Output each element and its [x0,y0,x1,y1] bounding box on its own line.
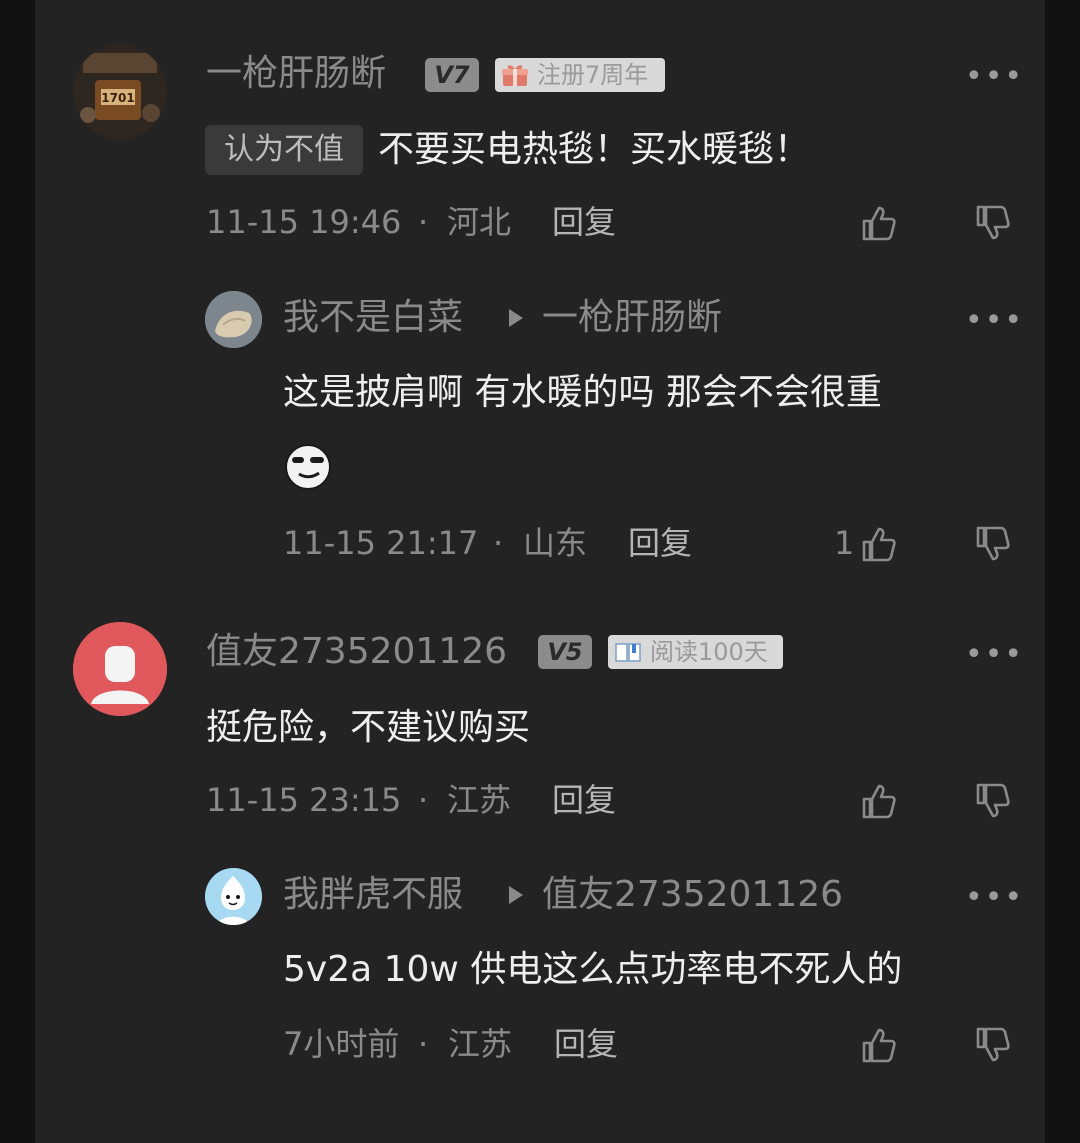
comment-text: 5v2a 10w 供电这么点功率电不死人的 [283,949,903,990]
reply-arrow-icon [509,309,523,327]
reply-to-username[interactable]: 一枪肝肠断 [542,300,722,336]
avatar-text: 1701 [101,91,134,105]
username[interactable]: 值友2735201126 [206,634,507,670]
emoji-icon [285,444,331,490]
reply-button[interactable]: 回复 [552,784,616,816]
more-icon[interactable]: ••• [965,883,1024,913]
timestamp: 7小时前 [283,1025,400,1063]
like-count: 1 [834,524,855,562]
thumbs-down-icon[interactable] [972,781,1012,821]
reply-button[interactable]: 回复 [554,1028,618,1060]
book-icon [615,643,641,662]
user-tag: 阅读100天 [608,635,783,669]
avatar-image [205,291,262,348]
reply-arrow-icon [509,886,523,904]
avatar[interactable]: 1701 [73,45,167,139]
thumbs-down-icon[interactable] [972,524,1012,564]
separator-dot: · [418,781,429,819]
thumbs-down-icon[interactable] [972,1025,1012,1065]
thumbs-up-icon[interactable] [858,1025,898,1065]
location: 江苏 [447,781,512,819]
avatar-image [205,868,262,925]
thumbs-up-icon[interactable] [858,524,898,564]
reply-to-username[interactable]: 值友2735201126 [542,877,843,913]
tag-label: 注册7周年 [537,61,649,89]
username[interactable]: 我胖虎不服 [283,877,463,913]
level-badge: V7 [425,58,479,92]
separator-dot: · [418,203,429,241]
avatar-image: 1701 [73,45,167,139]
thumbs-down-icon[interactable] [972,203,1012,243]
location: 河北 [447,203,512,241]
timestamp: 11-15 21:17 [283,524,479,562]
rating-label: 认为不值 [205,125,363,175]
location: 山东 [523,524,588,562]
comment-text: 挺危险，不建议购买 [206,707,531,748]
reply-button[interactable]: 回复 [552,206,616,238]
location: 江苏 [448,1025,513,1063]
tag-label: 阅读100天 [650,638,768,666]
more-icon[interactable]: ••• [965,62,1024,92]
reply-button[interactable]: 回复 [628,527,692,559]
timestamp: 11-15 19:46 [206,203,402,241]
avatar[interactable] [205,291,262,348]
separator-dot: · [418,1025,429,1063]
more-icon[interactable]: ••• [965,306,1024,336]
thumbs-up-icon[interactable] [858,781,898,821]
timestamp: 11-15 23:15 [206,781,402,819]
more-icon[interactable]: ••• [965,640,1024,670]
default-avatar-icon [73,622,167,716]
user-tag: 注册7周年 [495,58,665,92]
thumbs-up-icon[interactable] [858,203,898,243]
username[interactable]: 我不是白菜 [283,300,463,336]
comment-text: 不要买电热毯！买水暖毯！ [378,129,811,170]
separator-dot: · [493,524,504,562]
username[interactable]: 一枪肝肠断 [206,56,386,92]
avatar[interactable] [73,622,167,716]
avatar[interactable] [205,868,262,925]
level-badge: V5 [538,635,592,669]
gift-icon [502,65,528,86]
comment-text: 这是披肩啊 有水暖的吗 那会不会很重 [283,372,882,413]
